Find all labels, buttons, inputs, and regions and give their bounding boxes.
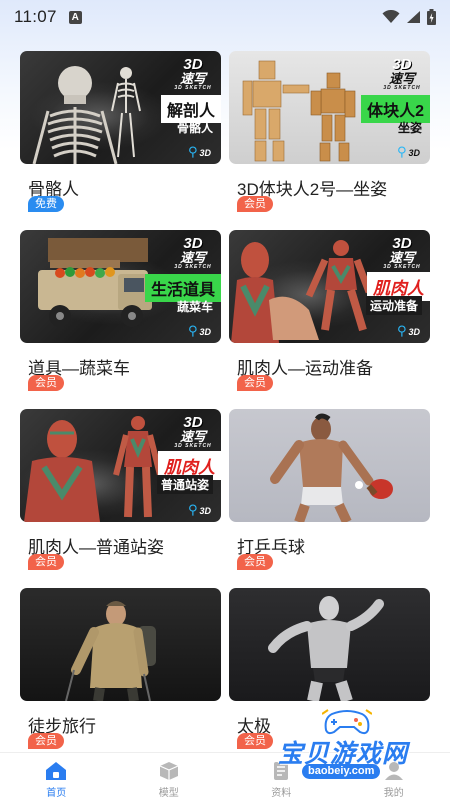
nav-label-materials: 资料 bbox=[271, 788, 292, 799]
thumbnail-sublabel: 骨骼人 bbox=[176, 121, 213, 135]
thumbnail-sublabel: 运动准备 bbox=[365, 296, 422, 315]
brand-logo: 3D 速写 3D SKETCH bbox=[174, 235, 212, 270]
wifi-icon bbox=[382, 10, 400, 23]
mini-brand-icon: ⚲ 3D bbox=[187, 323, 211, 338]
brand-logo: 3D 速写 3D SKETCH bbox=[174, 414, 212, 449]
status-bar: 11:07 A bbox=[0, 0, 450, 34]
brand-logo: 3D 速写 3D SKETCH bbox=[383, 235, 421, 270]
thumbnail-sublabel: 蔬菜车 bbox=[176, 300, 213, 314]
model-thumbnail[interactable]: 3D 速写 3D SKETCH 生活道具 蔬菜车 ⚲ 3D bbox=[20, 230, 221, 343]
mini-brand-icon: ⚲ 3D bbox=[187, 144, 211, 159]
cube-icon bbox=[159, 762, 178, 780]
model-thumbnail[interactable]: 3D 速写 3D SKETCH 肌肉人 普通站姿 ⚲ 3D bbox=[20, 409, 221, 522]
nav-label-home: 首页 bbox=[46, 788, 67, 799]
battery-charging-icon bbox=[427, 9, 436, 25]
model-thumbnail[interactable]: 3D 速写 3D SKETCH 体块人2 坐姿 ⚲ 3D bbox=[229, 51, 430, 164]
model-thumbnail[interactable] bbox=[229, 588, 430, 701]
home-icon bbox=[46, 762, 67, 780]
brand-logo: 3D 速写 3D SKETCH bbox=[383, 56, 421, 91]
gamepad-icon bbox=[322, 709, 372, 735]
model-thumbnail[interactable] bbox=[20, 588, 221, 701]
hiker-illustration bbox=[65, 601, 156, 701]
watermark-url: baobeiy.com bbox=[302, 764, 381, 779]
signal-icon bbox=[407, 11, 420, 23]
free-badge: 免费 bbox=[28, 196, 64, 212]
vip-badge: 会员 bbox=[237, 554, 273, 570]
thumbnail-sublabel: 坐姿 bbox=[397, 121, 422, 135]
nav-item-models[interactable]: 模型 bbox=[113, 753, 226, 800]
mini-brand-icon: ⚲ 3D bbox=[396, 144, 420, 159]
notification-badge: A bbox=[68, 10, 82, 24]
thumbnail-sublabel: 普通站姿 bbox=[156, 475, 213, 494]
mini-brand-icon: ⚲ 3D bbox=[187, 502, 211, 517]
nav-label-models: 模型 bbox=[158, 788, 179, 799]
model-thumbnail[interactable] bbox=[229, 409, 430, 522]
site-watermark: 宝贝游戏网 baobeiy.com bbox=[278, 708, 428, 780]
mini-brand-icon: ⚲ 3D bbox=[396, 323, 420, 338]
vip-badge: 会员 bbox=[237, 196, 273, 212]
vip-badge: 会员 bbox=[28, 375, 64, 391]
tai-chi-figure-illustration bbox=[268, 596, 384, 701]
vip-badge: 会员 bbox=[28, 554, 64, 570]
nav-label-profile: 我的 bbox=[383, 788, 404, 799]
model-thumbnail[interactable]: 3D 速写 3D SKETCH 解剖人 骨骼人 ⚲ 3D bbox=[20, 51, 221, 164]
brand-logo: 3D 速写 3D SKETCH bbox=[174, 56, 212, 91]
vip-badge: 会员 bbox=[237, 733, 273, 749]
ping-pong-player-illustration bbox=[270, 413, 393, 522]
status-time: 11:07 bbox=[14, 7, 57, 26]
nav-item-home[interactable]: 首页 bbox=[0, 753, 113, 800]
model-thumbnail[interactable]: 3D 速写 3D SKETCH 肌肉人 运动准备 ⚲ 3D bbox=[229, 230, 430, 343]
vip-badge: 会员 bbox=[28, 733, 64, 749]
vip-badge: 会员 bbox=[237, 375, 273, 391]
